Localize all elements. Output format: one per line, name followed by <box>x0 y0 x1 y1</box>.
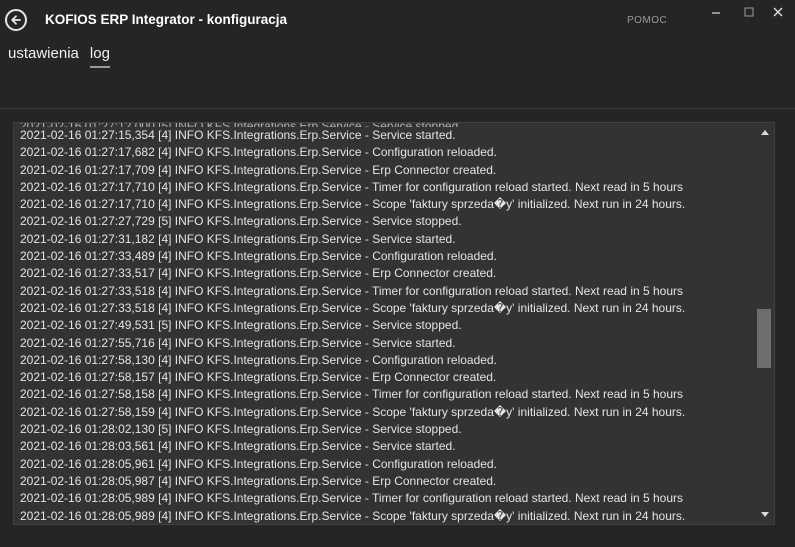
log-line: 2021-02-16 01:27:58,159 [4] INFO KFS.Int… <box>20 404 686 419</box>
log-line: 2021-02-16 01:27:27,729 [5] INFO KFS.Int… <box>20 214 462 229</box>
log-line: 2021-02-16 01:27:17,682 [4] INFO KFS.Int… <box>20 145 497 160</box>
help-link[interactable]: POMOC <box>627 15 667 26</box>
title-bar: KOFIOS ERP Integrator - konfiguracja POM… <box>0 0 795 40</box>
log-line: 2021-02-16 01:27:58,130 [4] INFO KFS.Int… <box>20 352 497 367</box>
log-line: 2021-02-16 01:27:49,531 [5] INFO KFS.Int… <box>20 318 462 333</box>
log-line: 2021-02-16 01:27:17,710 [4] INFO KFS.Int… <box>20 179 684 194</box>
maximize-icon[interactable] <box>742 5 756 19</box>
minimize-icon[interactable] <box>709 5 723 19</box>
tab-bar: ustawienia log <box>8 44 110 68</box>
log-line: 2021-02-16 01:27:33,518 [4] INFO KFS.Int… <box>20 283 684 298</box>
log-line: 2021-02-16 01:27:58,158 [4] INFO KFS.Int… <box>20 387 684 402</box>
divider <box>0 108 795 109</box>
log-line: 2021-02-16 01:27:55,716 [4] INFO KFS.Int… <box>20 335 456 350</box>
log-textbox[interactable]: 2021-02-16 01:27:12,000 [5] INFO KFS.Int… <box>13 122 775 525</box>
log-line: 2021-02-16 01:27:17,710 [4] INFO KFS.Int… <box>20 197 686 212</box>
log-line: 2021-02-16 01:27:31,182 [4] INFO KFS.Int… <box>20 231 456 246</box>
scroll-down-icon[interactable] <box>761 512 769 517</box>
arrow-left-icon <box>11 15 21 25</box>
log-line: 2021-02-16 01:28:02,130 [5] INFO KFS.Int… <box>20 422 462 437</box>
tab-ustawienia[interactable]: ustawienia <box>8 44 79 68</box>
scroll-thumb[interactable] <box>757 309 771 368</box>
vertical-scrollbar[interactable] <box>754 123 774 524</box>
log-line: 2021-02-16 01:27:33,517 [4] INFO KFS.Int… <box>20 266 497 281</box>
log-line: 2021-02-16 01:27:17,709 [4] INFO KFS.Int… <box>20 162 497 177</box>
log-line: 2021-02-16 01:27:33,489 [4] INFO KFS.Int… <box>20 249 497 264</box>
log-line-partial: 2021-02-16 01:27:12,000 [5] INFO KFS.Int… <box>20 123 750 127</box>
close-icon[interactable] <box>771 5 785 19</box>
log-line: 2021-02-16 01:28:03,561 [4] INFO KFS.Int… <box>20 439 456 454</box>
scroll-up-icon[interactable] <box>761 130 769 135</box>
log-line: 2021-02-16 01:27:15,354 [4] INFO KFS.Int… <box>20 128 456 142</box>
log-line: 2021-02-16 01:27:33,518 [4] INFO KFS.Int… <box>20 300 686 315</box>
log-line: 2021-02-16 01:28:05,987 [4] INFO KFS.Int… <box>20 473 497 488</box>
log-line: 2021-02-16 01:28:05,961 [4] INFO KFS.Int… <box>20 456 497 471</box>
tab-log[interactable]: log <box>89 44 110 68</box>
back-button[interactable] <box>5 9 27 31</box>
log-line: 2021-02-16 01:28:05,989 [4] INFO KFS.Int… <box>20 491 684 506</box>
log-line: 2021-02-16 01:27:58,157 [4] INFO KFS.Int… <box>20 370 497 385</box>
log-lines: 2021-02-16 01:27:12,000 [5] INFO KFS.Int… <box>20 123 750 524</box>
window-title: KOFIOS ERP Integrator - konfiguracja <box>45 12 288 27</box>
log-line: 2021-02-16 01:28:05,989 [4] INFO KFS.Int… <box>20 508 686 523</box>
